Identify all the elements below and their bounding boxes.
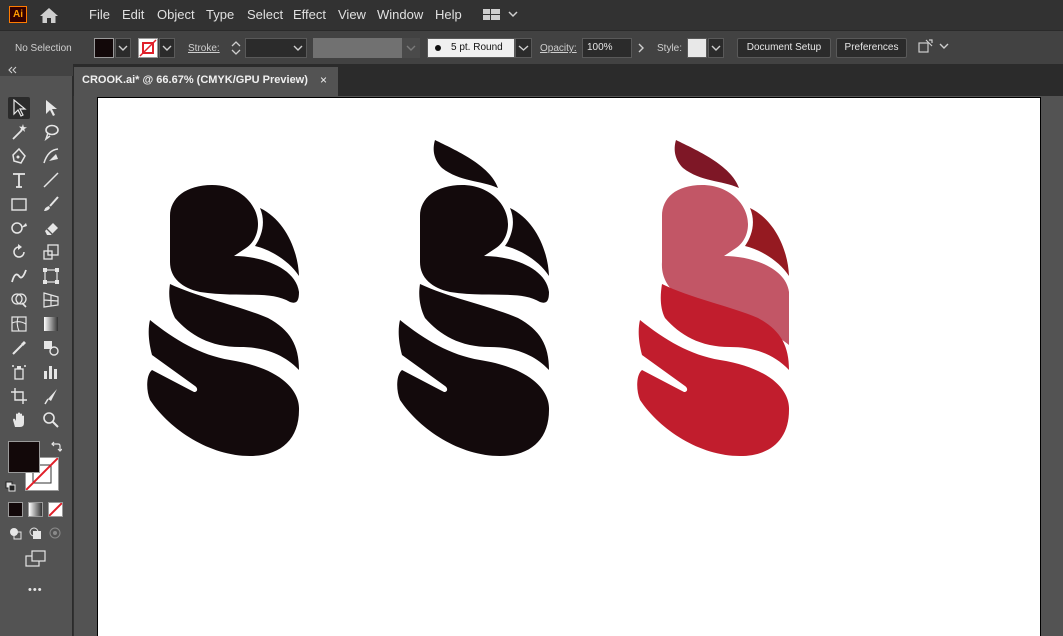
- color-mode-icon[interactable]: [8, 502, 23, 517]
- opacity-arrow-icon[interactable]: [636, 40, 646, 61]
- edit-toolbar-more-icon[interactable]: •••: [28, 584, 43, 596]
- draw-behind-icon[interactable]: [28, 526, 43, 546]
- close-tab-icon[interactable]: ×: [320, 73, 327, 87]
- menu-view[interactable]: View: [338, 7, 366, 22]
- workspace-switcher-icon[interactable]: [483, 8, 519, 27]
- artboard[interactable]: [97, 97, 1041, 636]
- pen-tool-icon[interactable]: [8, 145, 30, 167]
- magic-wand-tool-icon[interactable]: [8, 121, 30, 143]
- menu-type[interactable]: Type: [206, 7, 234, 22]
- blend-tool-icon[interactable]: [40, 337, 62, 359]
- curvature-tool-icon[interactable]: [40, 145, 62, 167]
- opacity-input[interactable]: 100%: [582, 38, 632, 58]
- shape-builder-tool-icon[interactable]: [8, 289, 30, 311]
- style-dropdown[interactable]: [708, 38, 724, 58]
- preferences-button[interactable]: Preferences: [836, 38, 907, 58]
- slice-tool-icon[interactable]: [40, 385, 62, 407]
- mesh-tool-icon[interactable]: [8, 313, 30, 335]
- zoom-tool-icon[interactable]: [40, 409, 62, 431]
- brush-definition[interactable]: 5 pt. Round: [427, 38, 515, 58]
- type-tool-icon[interactable]: [8, 169, 30, 191]
- graphic-style-swatch[interactable]: [687, 38, 707, 58]
- swan-logo-color[interactable]: [637, 140, 790, 456]
- none-mode-icon[interactable]: [48, 502, 63, 517]
- document-setup-button[interactable]: Document Setup: [737, 38, 831, 58]
- eraser-tool-icon[interactable]: [40, 217, 62, 239]
- draw-inside-icon[interactable]: [48, 526, 63, 546]
- free-transform-tool-icon[interactable]: [40, 265, 62, 287]
- lasso-tool-icon[interactable]: [40, 121, 62, 143]
- selection-status: No Selection: [15, 43, 72, 54]
- swan-logo-dark-2[interactable]: [397, 140, 550, 456]
- stroke-swatch[interactable]: [138, 38, 158, 58]
- shaper-tool-icon[interactable]: [8, 217, 30, 239]
- menu-select[interactable]: Select: [247, 7, 283, 22]
- default-colors-icon[interactable]: [5, 480, 17, 498]
- document-tab[interactable]: CROOK.ai* @ 66.67% (CMYK/GPU Preview) ×: [74, 67, 338, 96]
- gradient-mode-icon[interactable]: [28, 502, 43, 517]
- fill-color-front[interactable]: [8, 441, 40, 473]
- gradient-tool-icon[interactable]: [40, 313, 62, 335]
- menu-object[interactable]: Object: [157, 7, 195, 22]
- stroke-stepper[interactable]: [228, 38, 244, 58]
- perspective-grid-tool-icon[interactable]: [40, 289, 62, 311]
- fill-dropdown[interactable]: [115, 38, 131, 58]
- selection-tool-icon[interactable]: [8, 97, 30, 119]
- artboard-tool-icon[interactable]: [8, 385, 30, 407]
- menu-file[interactable]: File: [89, 7, 110, 22]
- opacity-label[interactable]: Opacity:: [540, 43, 577, 54]
- symbol-sprayer-tool-icon[interactable]: [8, 361, 30, 383]
- brush-dropdown[interactable]: [515, 38, 532, 58]
- document-tab-title: CROOK.ai* @ 66.67% (CMYK/GPU Preview): [82, 74, 308, 86]
- profile-dropdown[interactable]: [402, 38, 420, 58]
- swan-logo-dark-1[interactable]: [147, 185, 300, 456]
- menu-window[interactable]: Window: [377, 7, 423, 22]
- rotate-tool-icon[interactable]: [8, 241, 30, 263]
- column-graph-tool-icon[interactable]: [40, 361, 62, 383]
- stroke-dropdown[interactable]: [159, 38, 175, 58]
- home-icon[interactable]: [39, 7, 59, 29]
- arrange-documents-icon[interactable]: [916, 38, 950, 61]
- opacity-value: 100%: [587, 42, 613, 53]
- scale-tool-icon[interactable]: [40, 241, 62, 263]
- fill-swatch[interactable]: [94, 38, 114, 58]
- menu-effect[interactable]: Effect: [293, 7, 326, 22]
- swap-colors-icon[interactable]: [50, 440, 63, 458]
- stroke-label[interactable]: Stroke:: [188, 43, 220, 54]
- draw-normal-icon[interactable]: [8, 526, 23, 546]
- menu-help[interactable]: Help: [435, 7, 462, 22]
- menu-edit[interactable]: Edit: [122, 7, 144, 22]
- eyedropper-tool-icon[interactable]: [8, 337, 30, 359]
- variable-width-profile[interactable]: [313, 38, 402, 58]
- stroke-weight-dropdown-icon[interactable]: [291, 40, 305, 61]
- paintbrush-tool-icon[interactable]: [40, 193, 62, 215]
- style-label: Style:: [657, 43, 683, 54]
- brush-definition-label: 5 pt. Round: [451, 42, 503, 53]
- warp-tool-icon[interactable]: [8, 265, 30, 287]
- app-logo: Ai: [9, 6, 27, 23]
- rectangle-tool-icon[interactable]: [8, 193, 30, 215]
- menu-bar: Ai File Edit Object Type Select Effect V…: [0, 0, 1063, 30]
- tools-panel-header[interactable]: [0, 64, 73, 76]
- direct-selection-tool-icon[interactable]: [40, 97, 62, 119]
- brush-dot-icon: [435, 45, 441, 51]
- line-tool-icon[interactable]: [40, 169, 62, 191]
- screen-mode-icon[interactable]: [25, 550, 47, 573]
- hand-tool-icon[interactable]: [8, 409, 30, 431]
